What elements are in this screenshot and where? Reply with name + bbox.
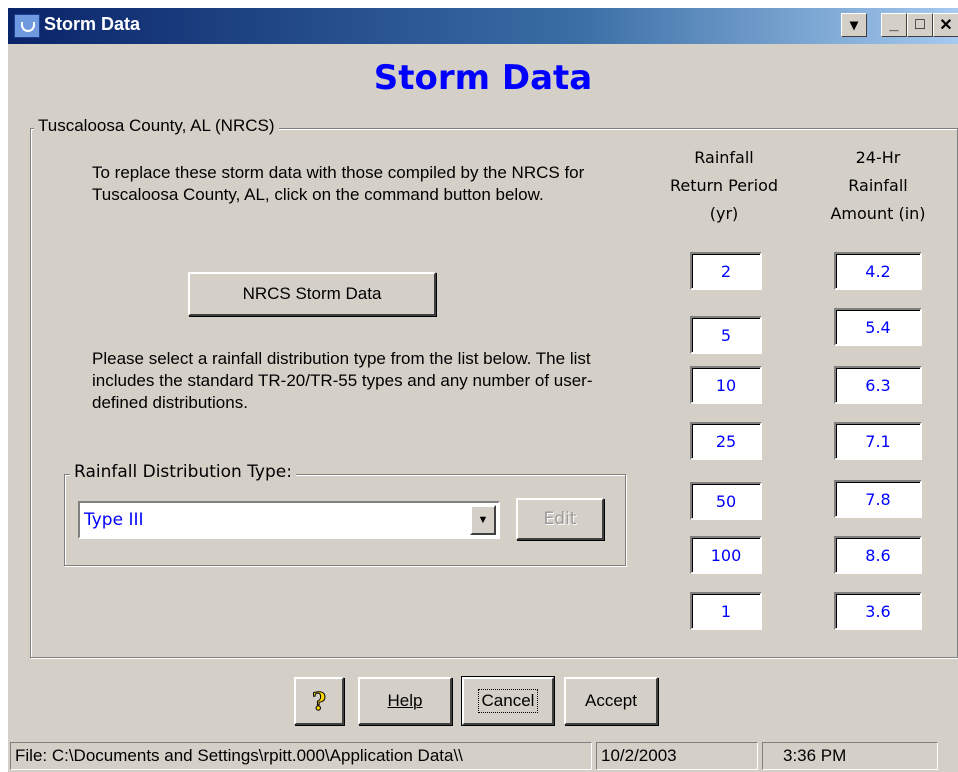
rainfall-amount-field[interactable]: 8.6 [834, 536, 922, 574]
edit-button-label: Edit [543, 509, 577, 529]
rainfall-amount-header: 24-Hr Rainfall Amount (in) [814, 144, 942, 228]
accept-button[interactable]: Accept [564, 677, 658, 725]
minimize-icon[interactable]: _ [881, 13, 907, 37]
return-period-header-line3: (yr) [709, 204, 739, 223]
distribution-group-label: Rainfall Distribution Type: [70, 462, 296, 482]
rainfall-amount-field[interactable]: 6.3 [834, 366, 922, 404]
return-period-field[interactable]: 2 [690, 252, 762, 290]
dropdown-arrow-icon[interactable]: ▼ [470, 505, 496, 535]
rainfall-amount-field[interactable]: 7.1 [834, 422, 922, 460]
status-time: 3:36 PM [762, 742, 938, 770]
nrcs-storm-data-button[interactable]: NRCS Storm Data [188, 272, 436, 316]
location-group-label: Tuscaloosa County, AL (NRCS) [34, 116, 279, 136]
rainfall-amount-field[interactable]: 4.2 [834, 252, 922, 290]
system-menu-icon[interactable]: ▾ [841, 13, 867, 37]
rainfall-amount-header-line2: Rainfall [848, 176, 908, 195]
return-period-field[interactable]: 100 [690, 536, 762, 574]
return-period-header-line2: Return Period [669, 176, 779, 195]
nrcs-storm-data-button-label: NRCS Storm Data [242, 284, 382, 303]
return-period-header: Rainfall Return Period (yr) [654, 144, 794, 228]
return-period-field[interactable]: 5 [690, 316, 762, 354]
title-bar[interactable]: Storm Data ▾ _ □ ✕ [8, 8, 958, 44]
storm-data-window: Storm Data ▾ _ □ ✕ Storm Data Tuscaloosa… [8, 8, 958, 772]
rainfall-amount-header-line3: Amount (in) [830, 204, 926, 223]
help-button-label: Help [387, 691, 423, 710]
distribution-type-value: Type III [84, 510, 144, 530]
window-title: Storm Data [44, 14, 141, 34]
return-period-field[interactable]: 1 [690, 592, 762, 630]
rainfall-amount-field[interactable]: 5.4 [834, 308, 922, 346]
status-date: 10/2/2003 [596, 742, 758, 770]
distribution-type-select[interactable]: Type III ▼ [78, 501, 500, 539]
return-period-field[interactable]: 25 [690, 422, 762, 460]
nrcs-instructions: To replace these storm data with those c… [92, 163, 585, 204]
status-file-path: File: C:\Documents and Settings\rpitt.00… [10, 742, 592, 770]
edit-button[interactable]: Edit [516, 498, 604, 540]
help-question-button[interactable]: ? [294, 677, 344, 725]
rainfall-amount-header-line1: 24-Hr [855, 148, 901, 167]
app-icon[interactable] [14, 14, 40, 38]
return-period-field[interactable]: 10 [690, 366, 762, 404]
page-title: Storm Data [373, 58, 593, 98]
distribution-instructions: Please select a rainfall distribution ty… [92, 349, 593, 412]
close-icon[interactable]: ✕ [933, 13, 958, 37]
help-button[interactable]: Help [358, 677, 452, 725]
rainfall-amount-field[interactable]: 3.6 [834, 592, 922, 630]
return-period-header-line1: Rainfall [694, 148, 754, 167]
maximize-icon[interactable]: □ [907, 13, 933, 37]
cancel-button[interactable]: Cancel [461, 676, 555, 726]
return-period-field[interactable]: 50 [690, 482, 762, 520]
cancel-button-label: Cancel [477, 689, 539, 713]
help-question-icon: ? [311, 686, 327, 716]
rainfall-amount-field[interactable]: 7.8 [834, 480, 922, 518]
accept-button-label: Accept [585, 691, 637, 710]
